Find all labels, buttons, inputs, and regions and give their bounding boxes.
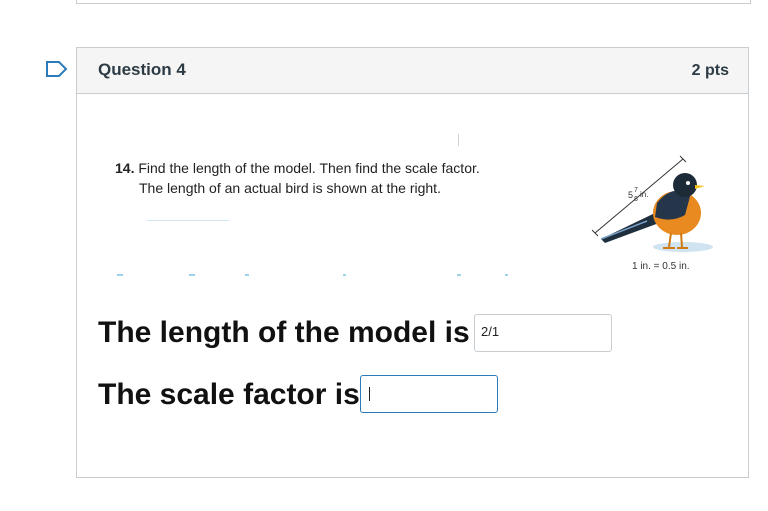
length-answer-input[interactable]: 2/1 [474,314,612,352]
faint-line [147,220,229,221]
problem-number: 14. [115,160,135,176]
divider-mark [458,134,459,146]
previous-question-card [76,0,751,4]
question-points: 2 pts [691,62,729,79]
flag-question-icon[interactable] [46,61,68,77]
length-answer-value: 2/1 [481,324,500,339]
question-title: Question 4 [98,60,186,79]
length-answer-label: The length of the model is [98,316,470,349]
length-numerator: 7 [634,187,638,194]
problem-line-1: Find the length of the model. Then find … [138,160,480,176]
question-card: Question 4 2 pts 14. Find the length of … [76,47,749,478]
length-whole: 5 [628,190,633,200]
scale-note: 1 in. = 0.5 in. [632,261,690,272]
problem-line-2: The length of an actual bird is shown at… [139,180,441,196]
length-unit: in. [640,190,648,199]
problem-text: 14. Find the length of the model. Then f… [115,158,480,198]
text-cursor [369,386,370,401]
cropped-text-remnant [117,274,508,276]
length-denominator: 8 [634,196,638,203]
robin-bird-icon: 5 7 8 in. [591,155,713,252]
scale-factor-input[interactable] [360,375,498,413]
question-header: Question 4 2 pts [77,48,748,94]
scale-factor-label: The scale factor is [98,378,360,411]
